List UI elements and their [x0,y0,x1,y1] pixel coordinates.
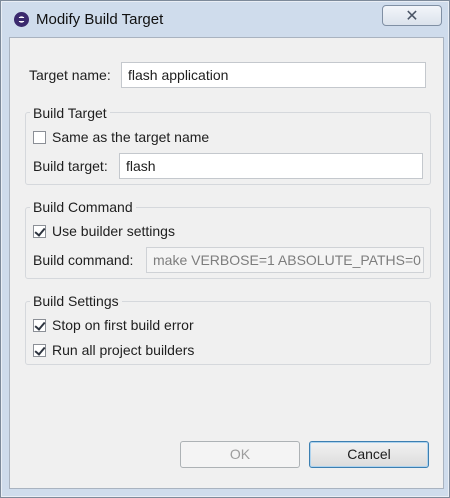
stop-on-error-checkbox[interactable] [33,319,46,332]
build-command-input: make VERBOSE=1 ABSOLUTE_PATHS=0 [146,247,424,273]
same-as-name-label: Same as the target name [52,129,210,145]
dialog-window: Modify Build Target ✕ Target name: flash… [0,0,450,498]
close-button[interactable]: ✕ [382,5,442,26]
ok-button[interactable]: OK [180,441,300,468]
build-settings-group-title: Build Settings [30,293,122,309]
target-name-label: Target name: [29,67,111,83]
use-builder-settings-checkbox[interactable] [33,225,46,238]
run-all-builders-label: Run all project builders [52,342,195,358]
close-icon: ✕ [405,7,419,25]
run-all-builders-checkbox[interactable] [33,344,46,357]
target-name-input[interactable]: flash application [121,62,426,88]
build-target-group-title: Build Target [30,105,110,121]
build-command-group-title: Build Command [30,199,136,215]
build-command-label: Build command: [33,252,134,268]
title-bar: Modify Build Target ✕ [1,1,449,35]
cancel-button[interactable]: Cancel [309,441,429,468]
dialog-title: Modify Build Target [36,11,164,28]
stop-on-error-label: Stop on first build error [52,317,194,333]
same-as-name-checkbox[interactable] [33,131,46,144]
build-target-input[interactable]: flash [119,153,423,179]
eclipse-icon [14,12,29,27]
use-builder-settings-label: Use builder settings [52,223,175,239]
build-target-label: Build target: [33,158,108,174]
dialog-content: Target name: flash application Build Tar… [9,37,444,489]
